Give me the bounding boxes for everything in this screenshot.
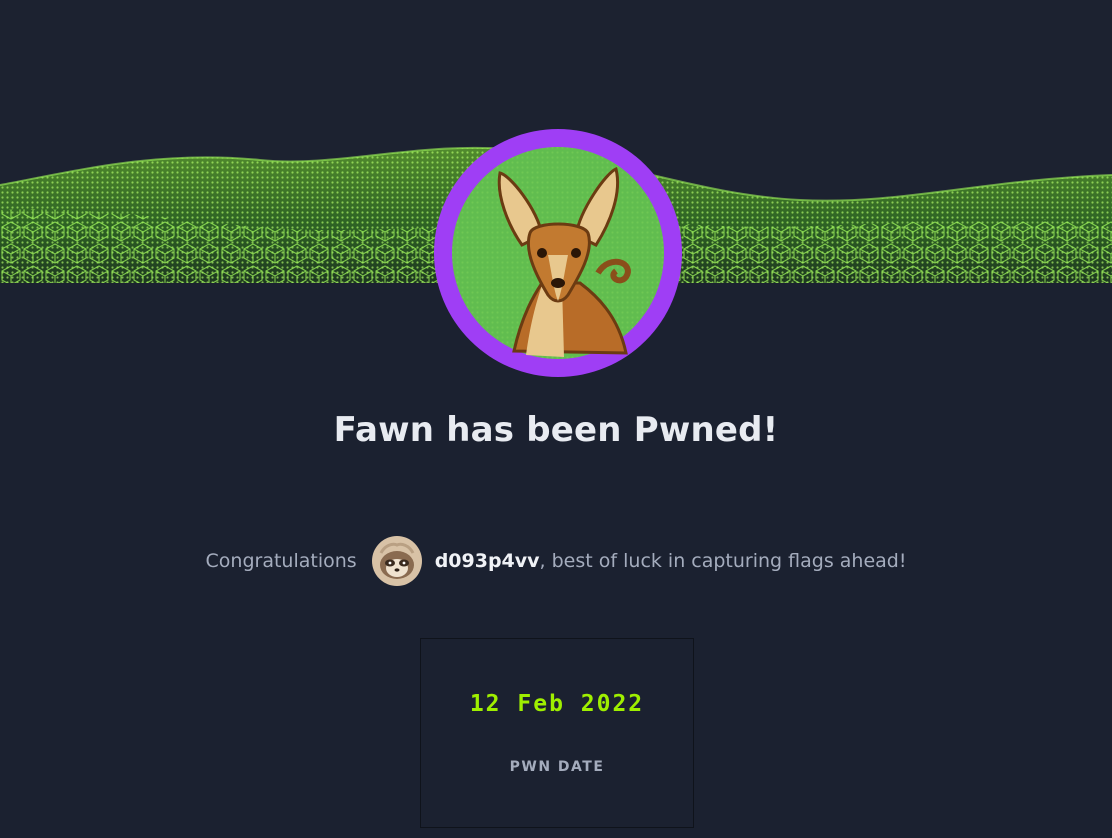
pwn-date-card: 12 Feb 2022 PWN DATE [420, 638, 694, 828]
congrats-prefix: Congratulations [205, 550, 357, 572]
fawn-deer-icon [434, 129, 682, 377]
page-title: Fawn has been Pwned! [333, 410, 779, 450]
username-link[interactable]: d093p4vv [435, 550, 540, 572]
pwn-date-value: 12 Feb 2022 [469, 691, 645, 717]
congratulations-message: Congratulations d093p4vv , best of luck … [0, 536, 1112, 586]
congrats-suffix: , best of luck in capturing flags ahead! [539, 550, 907, 572]
user-avatar-icon[interactable] [371, 535, 423, 587]
pwn-date-label: PWN DATE [509, 759, 605, 775]
